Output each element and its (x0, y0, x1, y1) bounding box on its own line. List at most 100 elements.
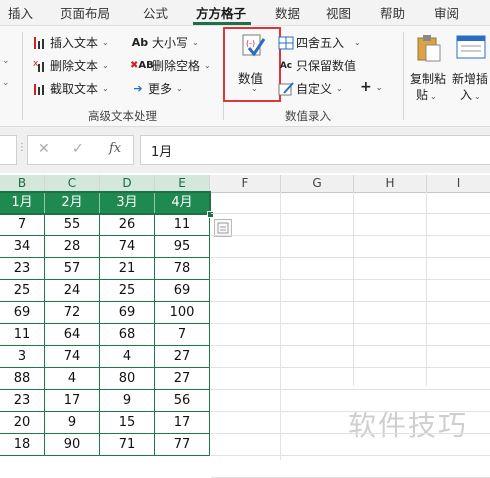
table-cell[interactable]: 64 (45, 324, 100, 346)
table-cell[interactable]: 95 (155, 236, 210, 258)
tab-review[interactable]: 审阅 (434, 3, 459, 22)
gridline (211, 257, 490, 258)
table-cell[interactable]: 23 (0, 258, 45, 280)
column-header-i[interactable]: I (427, 175, 490, 193)
plus-button[interactable]: + ⌄ (360, 79, 382, 95)
table-header-cell[interactable]: 3月 (100, 192, 155, 214)
tab-data[interactable]: 数据 (275, 3, 300, 22)
table-cell[interactable]: 21 (100, 258, 155, 280)
table-cell[interactable]: 57 (45, 258, 100, 280)
round-icon (278, 35, 294, 51)
table-cell[interactable]: 25 (0, 280, 45, 302)
table-cell[interactable]: 27 (155, 346, 210, 368)
chevron-down-icon: ⌄ (102, 38, 109, 47)
keep-value-button[interactable]: Ac 只保留数值 (278, 57, 356, 74)
custom-button[interactable]: 自定义 ⌄ (278, 80, 343, 97)
keep-value-icon: Ac (279, 60, 293, 71)
extract-text-button[interactable]: 截取文本 ⌄ (32, 80, 109, 97)
table-cell[interactable]: 34 (0, 236, 45, 258)
table-cell[interactable]: 55 (45, 214, 100, 236)
gridline (211, 213, 490, 214)
tab-view[interactable]: 视图 (326, 3, 351, 22)
gridline (280, 192, 281, 460)
table-cell[interactable]: 11 (155, 214, 210, 236)
formula-value: 1月 (151, 145, 173, 160)
table-cell[interactable]: 9 (45, 412, 100, 434)
column-header-f[interactable]: F (210, 175, 281, 193)
tab-formulas[interactable]: 公式 (143, 3, 168, 22)
table-cell[interactable]: 71 (100, 434, 155, 456)
round-button[interactable]: 四舍五入 ⌄ (278, 34, 361, 51)
table-cell[interactable]: 4 (100, 346, 155, 368)
tab-help[interactable]: 帮助 (380, 3, 405, 22)
table-cell[interactable]: 18 (0, 434, 45, 456)
table-cell[interactable]: 100 (155, 302, 210, 324)
tab-page-layout[interactable]: 页面布局 (60, 3, 110, 22)
case-button[interactable]: Ab 大小写 ⌄ (130, 34, 199, 51)
table-cell[interactable]: 25 (100, 280, 155, 302)
formula-input[interactable] (140, 135, 490, 165)
table-cell[interactable]: 88 (0, 368, 45, 390)
round-label: 四舍五入 (296, 36, 345, 50)
gridline (211, 345, 490, 346)
formula-bar-grip-icon[interactable]: ⋮ (17, 142, 27, 153)
table-cell[interactable]: 56 (155, 390, 210, 412)
table-cell[interactable]: 27 (155, 368, 210, 390)
delete-text-icon: x (32, 58, 48, 74)
table-cell[interactable]: 72 (45, 302, 100, 324)
table-header-cell[interactable]: 2月 (45, 192, 100, 214)
table-cell[interactable]: 28 (45, 236, 100, 258)
table-cell[interactable]: 90 (45, 434, 100, 456)
value-button[interactable]: (-) 数值 ⌄ (229, 32, 277, 97)
insert-function-icon[interactable]: fx (109, 141, 121, 156)
new-insert-button[interactable]: 新增插 入 ⌄ (450, 32, 490, 102)
table-cell[interactable]: 69 (100, 302, 155, 324)
svg-text:(-): (-) (246, 39, 255, 48)
table-cell[interactable]: 26 (100, 214, 155, 236)
copy-paste-button[interactable]: 复制粘 贴 ⌄ (408, 32, 448, 102)
copy-paste-label-1: 复制粘 (410, 72, 447, 86)
table-cell[interactable]: 7 (155, 324, 210, 346)
table-cell[interactable]: 68 (100, 324, 155, 346)
chevron-down-icon: ⌄ (204, 61, 211, 70)
table-cell[interactable]: 80 (100, 368, 155, 390)
cancel-icon[interactable]: ✕ (38, 141, 50, 157)
column-header-g[interactable]: G (281, 175, 354, 193)
column-header-h[interactable]: H (354, 175, 427, 193)
table-cell[interactable]: 4 (45, 368, 100, 390)
custom-icon (278, 81, 294, 97)
tab-fangfang[interactable]: 方方格子 (196, 3, 246, 22)
table-cell[interactable]: 9 (100, 390, 155, 412)
table-cell[interactable]: 15 (100, 412, 155, 434)
more-button[interactable]: ➔ 更多 ⌄ (130, 80, 183, 97)
insert-text-icon (32, 35, 48, 51)
new-insert-label-2: 入 ⌄ (460, 88, 481, 102)
table-cell[interactable]: 23 (0, 390, 45, 412)
tab-insert[interactable]: 插入 (8, 3, 33, 22)
table-cell[interactable]: 77 (155, 434, 210, 456)
table-cell[interactable]: 17 (45, 390, 100, 412)
chevron-down-icon: ⌄ (176, 84, 183, 93)
table-cell[interactable]: 69 (0, 302, 45, 324)
table-header-cell[interactable]: 1月 (0, 192, 45, 214)
delete-text-button[interactable]: x 删除文本 ⌄ (32, 57, 109, 74)
clipboard-icon (416, 34, 442, 65)
name-box[interactable] (0, 135, 17, 165)
table-cell[interactable]: 3 (0, 346, 45, 368)
table-header-cell[interactable]: 4月 (155, 192, 210, 214)
gridline (211, 301, 490, 302)
table-cell[interactable]: 74 (100, 236, 155, 258)
delete-space-label: 删除空格 (152, 59, 201, 73)
insert-text-button[interactable]: 插入文本 ⌄ (32, 34, 109, 51)
table-cell[interactable]: 24 (45, 280, 100, 302)
delete-space-button[interactable]: ✖AB 删除空格 ⌄ (130, 57, 211, 74)
table-cell[interactable]: 74 (45, 346, 100, 368)
table-cell[interactable]: 17 (155, 412, 210, 434)
table-cell[interactable]: 20 (0, 412, 45, 434)
chevron-down-icon: ⌄ (375, 82, 383, 92)
table-cell[interactable]: 78 (155, 258, 210, 280)
table-cell[interactable]: 69 (155, 280, 210, 302)
table-cell[interactable]: 11 (0, 324, 45, 346)
confirm-icon[interactable]: ✓ (72, 141, 84, 157)
table-cell[interactable]: 7 (0, 214, 45, 236)
